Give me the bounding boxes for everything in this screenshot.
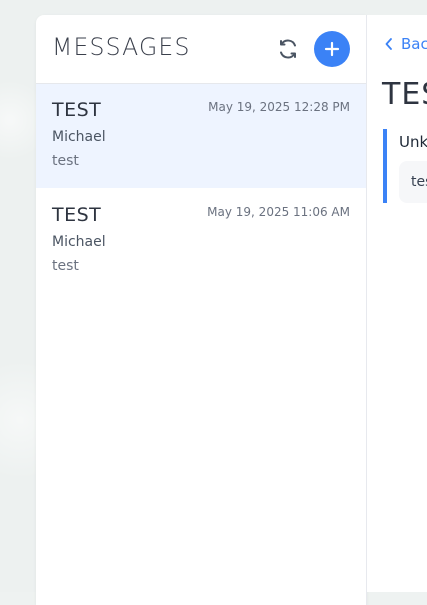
chevron-left-icon: [385, 38, 392, 50]
message-subject: TEST: [52, 204, 102, 226]
messages-header: MESSAGES: [36, 15, 366, 84]
message-sender: Michael: [52, 234, 106, 250]
back-link-label: Bac: [401, 35, 427, 53]
back-link[interactable]: Bac: [385, 35, 427, 53]
message-date: May 19, 2025 11:06 AM: [207, 205, 350, 219]
message-date: May 19, 2025 12:28 PM: [208, 100, 350, 114]
refresh-icon: [280, 39, 296, 59]
message-detail-pane: Bac TES Unk tes: [367, 15, 427, 592]
detail-message-bubble: tes: [399, 161, 427, 203]
message-preview: test: [52, 258, 79, 274]
message-list-item[interactable]: TEST May 19, 2025 12:28 PM Michael test: [36, 84, 366, 188]
message-sender: Michael: [52, 129, 106, 145]
detail-message-text: tes: [411, 174, 427, 190]
detail-message-block: Unk tes: [383, 129, 427, 203]
message-preview: test: [52, 153, 79, 169]
messages-panel: MESSAGES TEST May 19, 2025 12:28 PM Mich…: [36, 15, 367, 605]
refresh-button[interactable]: [276, 37, 300, 61]
detail-subject: TES: [382, 77, 427, 112]
plus-icon: [324, 41, 340, 57]
detail-sender: Unk: [399, 133, 427, 151]
message-subject: TEST: [52, 99, 102, 121]
compose-button[interactable]: [314, 31, 350, 67]
page-title: MESSAGES: [52, 33, 191, 61]
message-list-item[interactable]: TEST May 19, 2025 11:06 AM Michael test: [36, 189, 366, 293]
